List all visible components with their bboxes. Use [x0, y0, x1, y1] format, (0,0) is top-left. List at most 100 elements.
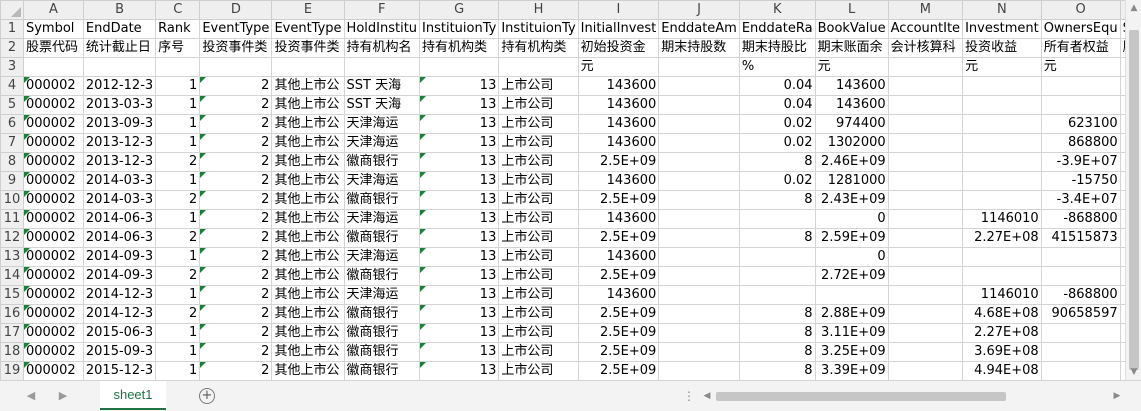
cell-j3[interactable]: [658, 57, 740, 77]
cell-f13[interactable]: 天津海运: [343, 247, 421, 267]
cell-o5[interactable]: [1040, 95, 1121, 115]
vertical-scroll-thumb[interactable]: [1129, 30, 1139, 370]
cell-l19[interactable]: 3.39E+09: [814, 361, 889, 380]
cell-l13[interactable]: 0: [814, 247, 889, 267]
cell-g18[interactable]: 13: [419, 342, 500, 362]
cell-d7[interactable]: 2: [199, 133, 273, 153]
cell-d19[interactable]: 2: [199, 361, 273, 380]
cell-m4[interactable]: [887, 76, 964, 96]
cell-a3[interactable]: [22, 57, 84, 77]
row-header[interactable]: 7: [0, 133, 24, 153]
cell-b18[interactable]: 2015-09-3: [82, 342, 157, 362]
cell-m6[interactable]: [887, 114, 964, 134]
cell-n4[interactable]: [962, 76, 1042, 96]
cell-l9[interactable]: 1281000: [814, 171, 889, 191]
cell-j16[interactable]: [658, 304, 740, 324]
cell-d18[interactable]: 2: [199, 342, 273, 362]
cell-b16[interactable]: 2014-12-3: [82, 304, 157, 324]
cell-m15[interactable]: [887, 285, 964, 305]
cell-o3[interactable]: 元: [1040, 57, 1121, 77]
cell-h2[interactable]: 持有机构类: [498, 38, 579, 58]
cell-h19[interactable]: 上市公司: [498, 361, 579, 380]
cell-h14[interactable]: 上市公司: [498, 266, 579, 286]
cell-l6[interactable]: 974400: [814, 114, 889, 134]
sheet-tab-active[interactable]: sheet1: [100, 381, 166, 410]
next-sheet-icon[interactable]: ▶: [56, 389, 70, 403]
cell-g19[interactable]: 13: [419, 361, 500, 380]
cell-g10[interactable]: 13: [419, 190, 500, 210]
cell-a7[interactable]: 000002: [22, 133, 84, 153]
cell-c14[interactable]: 2: [155, 266, 201, 286]
cell-o14[interactable]: [1040, 266, 1121, 286]
cell-b15[interactable]: 2014-12-3: [82, 285, 157, 305]
row-header[interactable]: 6: [0, 114, 24, 134]
cell-l2[interactable]: 期末账面余: [814, 38, 889, 58]
column-header-h[interactable]: H: [498, 0, 579, 20]
scroll-left-icon[interactable]: ◀: [700, 389, 714, 403]
select-all-corner[interactable]: [0, 0, 24, 20]
cell-m9[interactable]: [887, 171, 964, 191]
cell-m10[interactable]: [887, 190, 964, 210]
cell-i4[interactable]: 143600: [577, 76, 660, 96]
column-header-c[interactable]: C: [155, 0, 201, 20]
cell-l15[interactable]: [814, 285, 889, 305]
cell-n13[interactable]: [962, 247, 1042, 267]
cell-a8[interactable]: 000002: [22, 152, 84, 172]
column-header-b[interactable]: B: [82, 0, 157, 20]
cell-d2[interactable]: 投资事件类: [199, 38, 273, 58]
cell-grid[interactable]: ABCDEFGHIJKLMNOP 1SymbolEndDateRankEvent…: [0, 0, 1141, 380]
cell-b19[interactable]: 2015-12-3: [82, 361, 157, 380]
cell-j1[interactable]: EnddateAm: [658, 19, 740, 39]
cell-e4[interactable]: 其他上市公: [271, 76, 345, 96]
cell-j10[interactable]: [658, 190, 740, 210]
cell-e5[interactable]: 其他上市公: [271, 95, 345, 115]
cell-i14[interactable]: 2.5E+09: [577, 266, 660, 286]
cell-g3[interactable]: [419, 57, 500, 77]
cell-e11[interactable]: 其他上市公: [271, 209, 345, 229]
cell-n14[interactable]: [962, 266, 1042, 286]
cell-l3[interactable]: 元: [814, 57, 889, 77]
cell-e3[interactable]: [271, 57, 345, 77]
cell-e18[interactable]: 其他上市公: [271, 342, 345, 362]
cell-f17[interactable]: 徽商银行: [343, 323, 421, 343]
cell-i7[interactable]: 143600: [577, 133, 660, 153]
cell-i13[interactable]: 143600: [577, 247, 660, 267]
cell-n17[interactable]: 2.27E+08: [962, 323, 1042, 343]
cell-j14[interactable]: [658, 266, 740, 286]
cell-j9[interactable]: [658, 171, 740, 191]
cell-m1[interactable]: AccountIte: [887, 19, 964, 39]
column-header-a[interactable]: A: [22, 0, 84, 20]
row-header[interactable]: 13: [0, 247, 24, 267]
cell-l1[interactable]: BookValue: [814, 19, 889, 39]
row-header[interactable]: 17: [0, 323, 24, 343]
cell-g9[interactable]: 13: [419, 171, 500, 191]
cell-m8[interactable]: [887, 152, 964, 172]
cell-n1[interactable]: Investment: [962, 19, 1042, 39]
spreadsheet-grid[interactable]: ABCDEFGHIJKLMNOP 1SymbolEndDateRankEvent…: [0, 0, 1141, 380]
scroll-down-icon[interactable]: ▼: [1126, 364, 1141, 380]
cell-d11[interactable]: 2: [199, 209, 273, 229]
cell-a12[interactable]: 000002: [22, 228, 84, 248]
cell-f11[interactable]: 天津海运: [343, 209, 421, 229]
cell-j2[interactable]: 期末持股数: [658, 38, 740, 58]
cell-k1[interactable]: EnddateRa: [738, 19, 816, 39]
cell-h11[interactable]: 上市公司: [498, 209, 579, 229]
add-sheet-icon[interactable]: +: [199, 388, 215, 404]
cell-e13[interactable]: 其他上市公: [271, 247, 345, 267]
cell-d16[interactable]: 2: [199, 304, 273, 324]
cell-o7[interactable]: 868800: [1040, 133, 1121, 153]
cell-d15[interactable]: 2: [199, 285, 273, 305]
cell-b13[interactable]: 2014-09-3: [82, 247, 157, 267]
cell-j11[interactable]: [658, 209, 740, 229]
cell-o13[interactable]: [1040, 247, 1121, 267]
cell-a6[interactable]: 000002: [22, 114, 84, 134]
cell-k12[interactable]: 8: [738, 228, 816, 248]
cell-j17[interactable]: [658, 323, 740, 343]
cell-k11[interactable]: [738, 209, 816, 229]
cell-c5[interactable]: 1: [155, 95, 201, 115]
cell-e1[interactable]: EventType: [271, 19, 345, 39]
cell-h10[interactable]: 上市公司: [498, 190, 579, 210]
cell-i16[interactable]: 2.5E+09: [577, 304, 660, 324]
cell-c9[interactable]: 1: [155, 171, 201, 191]
cell-h8[interactable]: 上市公司: [498, 152, 579, 172]
